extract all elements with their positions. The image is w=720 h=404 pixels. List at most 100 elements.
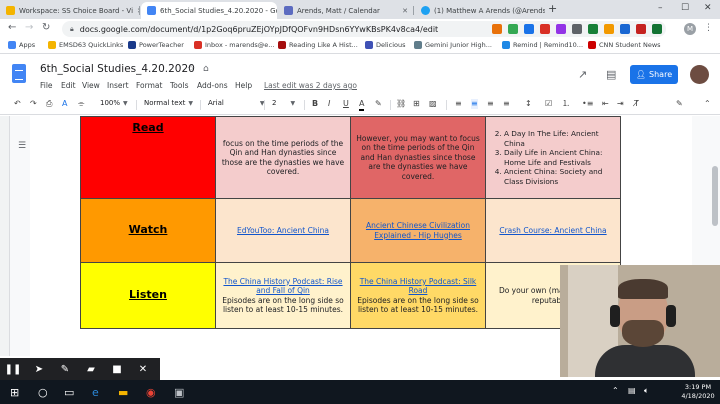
menu-file[interactable]: File [40,81,53,90]
menu-edit[interactable]: Edit [61,81,76,90]
collapse-toolbar-icon[interactable]: ⌃ [704,99,711,109]
extension-icon[interactable] [604,24,614,34]
maximize-icon[interactable]: ☐ [681,3,689,13]
video-link[interactable]: Ancient Chinese Civilization Explained -… [366,221,470,240]
docs-logo-icon[interactable] [12,64,26,83]
vertical-scrollbar[interactable] [712,166,718,226]
table-cell[interactable]: Crash Course: Ancient China [485,198,621,263]
back-icon[interactable]: ← [8,23,16,33]
style-select[interactable]: Normal text ▼ [144,99,193,107]
close-window-icon[interactable]: ✕ [704,3,712,13]
file-explorer-icon[interactable]: ▬ [118,386,128,399]
chrome-icon[interactable]: ◉ [146,386,156,399]
align-center-icon[interactable]: ≡ [471,99,478,109]
clear-formatting-icon[interactable]: T̸ [634,99,639,109]
bookmark-remind[interactable]: Remind | Remind10... [502,41,583,49]
menu-add-ons[interactable]: Add-ons [197,81,228,90]
bulleted-list-icon[interactable]: •≡ [582,99,593,109]
extension-icon[interactable] [524,24,534,34]
bookmark-powerteacher[interactable]: PowerTeacher [128,41,184,49]
camera-icon[interactable]: ■ [104,364,130,375]
table-cell[interactable]: focus on the time periods of the Qin and… [215,116,351,199]
move-folder-icon[interactable]: ⌂ [203,64,209,74]
spellcheck-icon[interactable]: A [62,99,67,109]
profile-avatar[interactable]: M [684,23,696,35]
redo-icon[interactable]: ↷ [30,99,37,109]
italic-icon[interactable]: I [328,99,330,109]
extension-icon[interactable] [508,24,518,34]
editing-mode-icon[interactable]: ✎ [676,99,683,109]
extension-icon[interactable] [588,24,598,34]
extension-icon[interactable] [652,24,662,34]
undo-icon[interactable]: ↶ [14,99,21,109]
list-item[interactable]: Ancient China: Society and Class Divisio… [504,167,616,186]
video-link[interactable]: Crash Course: Ancient China [499,226,606,235]
close-icon[interactable]: ✕ [130,364,156,375]
system-clock[interactable]: 3:19 PM 4/18/2020 [676,383,720,401]
align-left-icon[interactable]: ≡ [455,99,462,109]
volume-icon[interactable]: 🔈︎ [644,386,649,396]
print-icon[interactable]: ⎙ [46,99,52,109]
extension-icon[interactable] [572,24,582,34]
pause-icon[interactable]: ❚❚ [0,364,26,375]
tab-social-studies-doc[interactable]: 6th_Social Studies_4.20.2020 - Go ✕ [141,2,277,19]
extension-icon[interactable] [636,24,646,34]
justify-icon[interactable]: ≡ [503,99,510,109]
insert-comment-icon[interactable]: ⊞ [413,99,420,109]
menu-format[interactable]: Format [136,81,162,90]
edge-icon[interactable]: e [92,386,99,399]
highlight-icon[interactable]: ✎ [375,99,382,109]
extension-icon[interactable] [540,24,550,34]
podcast-link[interactable]: The China History Podcast: Silk Road [360,277,477,296]
menu-tools[interactable]: Tools [170,81,188,90]
star-icon[interactable]: ☆ [187,64,195,74]
list-item[interactable]: A Day In The Life: Ancient China [504,129,616,148]
menu-help[interactable]: Help [235,81,252,90]
new-tab-button[interactable]: + [548,2,557,15]
font-size-select[interactable]: 2 ▼ [272,99,295,107]
bold-icon[interactable]: B [312,99,318,109]
close-tab-icon[interactable]: ✕ [398,7,408,15]
table-cell[interactable]: The China History Podcast: Rise and Fall… [215,262,351,329]
podcast-link[interactable]: The China History Podcast: Rise and Fall… [223,277,342,296]
app-icon[interactable]: ▣ [174,386,184,399]
align-right-icon[interactable]: ≡ [487,99,494,109]
minimize-icon[interactable]: – [658,3,663,13]
task-view-icon[interactable]: ▭ [64,386,74,399]
list-item[interactable]: Daily Life in Ancient China: Home Life a… [504,148,616,167]
last-edit-link[interactable]: Last edit was 2 days ago [264,81,357,90]
line-spacing-icon[interactable]: ↕ [525,99,532,109]
paint-format-icon[interactable]: ⌯ [78,99,84,109]
zoom-select[interactable]: 100% ▼ [100,99,128,107]
forward-icon[interactable]: → [25,23,33,33]
document-outline-icon[interactable]: ☰ [18,141,26,151]
table-cell[interactable]: Ancient Chinese Civilization Explained -… [350,198,486,263]
menu-view[interactable]: View [82,81,100,90]
extension-icon[interactable] [556,24,566,34]
bookmark-cnn[interactable]: CNN Student News [588,41,661,49]
checklist-icon[interactable]: ☑ [545,99,552,109]
document-title[interactable]: 6th_Social Studies_4.20.2020 [40,63,195,75]
account-avatar[interactable] [690,65,709,84]
highlighter-icon[interactable]: ▰ [78,364,104,375]
tab-twitter[interactable]: (1) Matthew A Arends (@Arends ✕ [415,2,545,19]
font-select[interactable]: Arial ▼ [208,99,264,107]
table-cell[interactable]: The China History Podcast: Silk Road Epis… [350,262,486,329]
reload-icon[interactable]: ↻ [42,23,50,33]
network-icon[interactable]: ▤ [628,386,636,395]
activity-trend-icon[interactable]: ↗ [578,68,587,81]
tab-calendar[interactable]: Arends, Matt / Calendar ✕ [278,2,414,19]
video-link[interactable]: EdYouToo: Ancient China [237,226,329,235]
tray-chevron-icon[interactable]: ⌃ [612,386,619,395]
pointer-icon[interactable]: ➤ [26,364,52,375]
windows-start-icon[interactable]: ⊞ [10,386,19,399]
bookmark-delicious[interactable]: Delicious [365,41,405,49]
share-button[interactable]: 👤︎ Share [630,65,678,84]
tab-workspace[interactable]: Workspace: SS Choice Board - Vi ✕ [0,2,140,19]
bookmark-emsd63[interactable]: EMSD63 QuickLinks [48,41,123,49]
bookmark-reading-like-a-historian[interactable]: Reading Like A Hist... [278,41,358,49]
increase-indent-icon[interactable]: ⇥ [617,99,624,109]
extension-icon[interactable] [492,24,502,34]
table-cell[interactable]: A Day In The Life: Ancient China Daily L… [485,116,621,199]
underline-icon[interactable]: U [343,99,349,109]
